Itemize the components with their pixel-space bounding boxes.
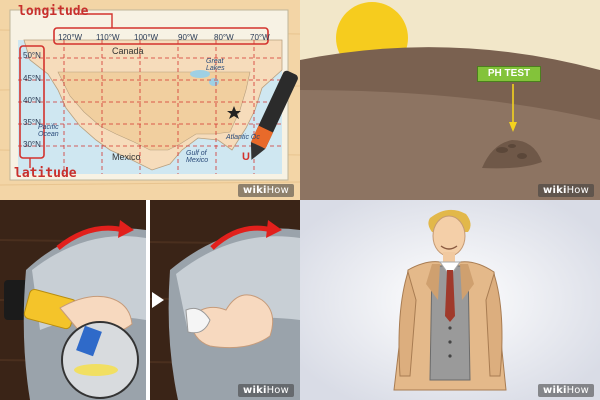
gulf-of-mexico-label: Gulf of Mexico bbox=[186, 150, 209, 164]
wikihow-watermark: wikiHow bbox=[238, 184, 294, 197]
atlantic-ocean-label: Atlantic Oc bbox=[226, 134, 260, 141]
man-jacket-panel: wikiHow bbox=[300, 200, 600, 400]
lat-tick-45n: 45°N bbox=[23, 74, 41, 83]
soil-scene bbox=[300, 0, 600, 200]
canada-label: Canada bbox=[112, 46, 144, 56]
lon-tick-80w: 80°W bbox=[214, 33, 234, 42]
mexico-label: Mexico bbox=[112, 152, 141, 162]
latitude-label: latitude bbox=[14, 166, 77, 181]
lon-tick-90w: 90°W bbox=[178, 33, 198, 42]
ph-test-panel: PH TEST wikiHow bbox=[300, 0, 600, 200]
lon-tick-70w: 70°W bbox=[250, 33, 270, 42]
map-corner-letter: U bbox=[242, 151, 250, 163]
cleaning-pot-panel: wikiHow bbox=[0, 200, 300, 400]
lon-tick-120w: 120°W bbox=[58, 33, 83, 42]
wikihow-watermark: wikiHow bbox=[538, 384, 594, 397]
wikihow-watermark: wikiHow bbox=[538, 184, 594, 197]
lat-tick-40n: 40°N bbox=[23, 96, 41, 105]
ph-test-label: PH TEST bbox=[477, 66, 541, 82]
wikihow-watermark: wikiHow bbox=[238, 384, 294, 397]
great-lakes-label: Great Lakes bbox=[206, 58, 225, 72]
longitude-label: longitude bbox=[18, 4, 89, 19]
lon-tick-110w: 110°W bbox=[96, 33, 120, 42]
lat-tick-50n: 50°N bbox=[23, 51, 41, 60]
lat-tick-30n: 30°N bbox=[23, 140, 41, 149]
man-scene bbox=[300, 200, 600, 400]
map-illustration-panel: longitude latitude 120°W 110°W 100°W 90°… bbox=[0, 0, 300, 200]
pot-scene bbox=[0, 200, 300, 400]
pacific-ocean-label: Pacific Ocean bbox=[38, 124, 59, 138]
lon-tick-100w: 100°W bbox=[134, 33, 159, 42]
